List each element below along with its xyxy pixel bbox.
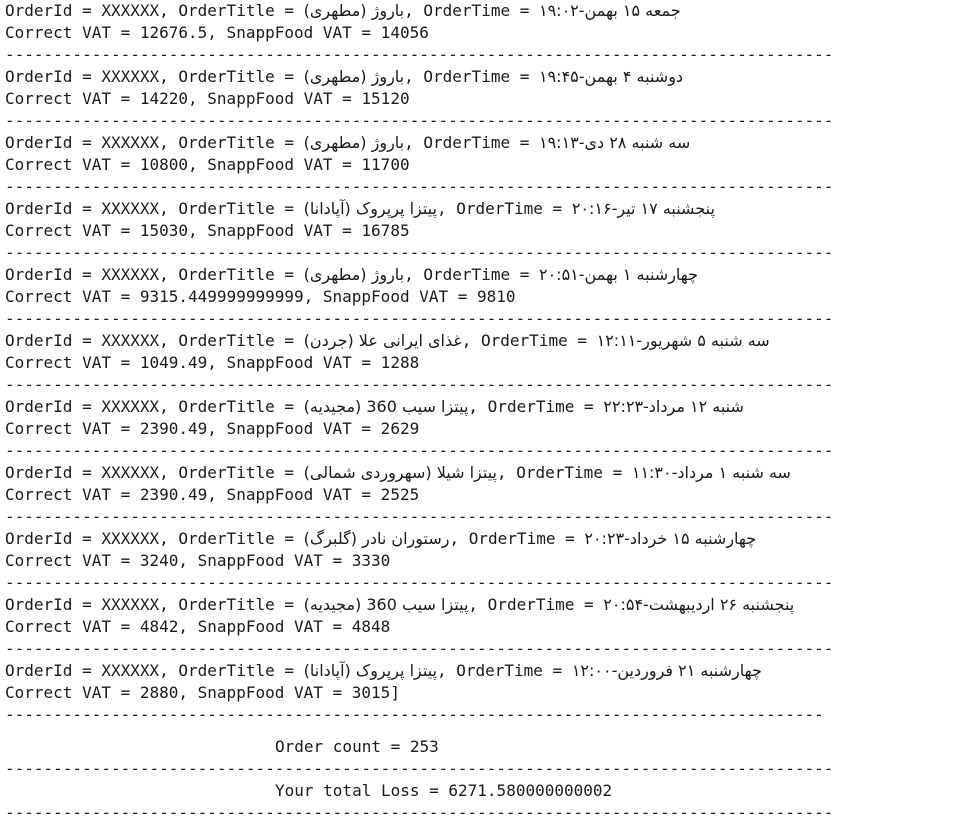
order-time: جمعه ۱۵ بهمن-۱۹:۰۲ [538,1,681,20]
separator-line: ----------------------------------------… [5,45,834,64]
order-title: پیتزا شیلا (سهروردی شمالی) [303,463,497,482]
vat-line: Correct VAT = 10800, SnappFood VAT = 117… [5,155,410,174]
order-entry: OrderId = XXXXXX, OrderTitle = باروژ (مط… [5,0,950,64]
order-entry: OrderId = XXXXXX, OrderTitle = غذای ایرا… [5,319,950,394]
order-title: باروژ (مطهری) [303,67,405,86]
order-time: سه شنبه ۱ مرداد-۱۱:۳۰ [631,463,791,482]
vat-line: Correct VAT = 9315.449999999999, SnappFo… [5,287,516,306]
vat-line: Correct VAT = 2390.49, SnappFood VAT = 2… [5,419,420,438]
order-time-label: , OrderTime = [404,133,539,152]
order-header-line: OrderId = XXXXXX, OrderTitle = پیتزا سیب… [5,594,794,616]
order-entry: OrderId = XXXXXX, OrderTitle = باروژ (مط… [5,121,950,196]
order-time-label: , OrderTime = [496,463,632,482]
order-entry: OrderId = XXXXXX, OrderTitle = باروژ (مط… [5,253,950,328]
separator-line: ----------------------------------------… [5,759,834,778]
order-label: OrderId = XXXXXX, OrderTitle = [5,199,304,218]
total-loss: Your total Loss = 6271.580000000002 [275,781,613,800]
order-label: OrderId = XXXXXX, OrderTitle = [5,331,304,350]
order-time-label: , OrderTime = [404,265,539,284]
order-label: OrderId = XXXXXX, OrderTitle = [5,133,304,152]
order-time-label: , OrderTime = [461,331,597,350]
order-header-line: OrderId = XXXXXX, OrderTitle = پیتزا پرپ… [5,198,715,220]
vat-line: Correct VAT = 12676.5, SnappFood VAT = 1… [5,23,429,42]
order-label: OrderId = XXXXXX, OrderTitle = [5,265,304,284]
order-count: Order count = 253 [275,737,439,756]
order-entry: OrderId = XXXXXX, OrderTitle = رستوران ن… [5,517,950,592]
separator-line: ----------------------------------------… [5,111,834,130]
order-time-label: , OrderTime = [436,661,572,680]
order-entry: OrderId = XXXXXX, OrderTitle = پیتزا سیب… [5,583,950,658]
order-header-line: OrderId = XXXXXX, OrderTitle = غذای ایرا… [5,330,770,352]
order-header-line: OrderId = XXXXXX, OrderTitle = پیتزا شیل… [5,462,791,484]
vat-line: Correct VAT = 15030, SnappFood VAT = 167… [5,221,410,240]
order-title: باروژ (مطهری) [303,133,405,152]
order-header-line: OrderId = XXXXXX, OrderTitle = باروژ (مط… [5,0,681,22]
order-header-line: OrderId = XXXXXX, OrderTitle = باروژ (مط… [5,264,698,286]
order-time-label: , OrderTime = [404,67,539,86]
order-time-label: , OrderTime = [404,1,539,20]
vat-line: Correct VAT = 2880, SnappFood VAT = 3015… [5,683,400,702]
order-time: سه شنبه ۲۸ دی-۱۹:۱۳ [538,133,691,152]
separator-line: ----------------------------------------… [5,177,834,196]
order-title: باروژ (مطهری) [303,265,405,284]
order-label: OrderId = XXXXXX, OrderTitle = [5,1,304,20]
order-title: پیتزا سیب 360 (مجیدیه) [303,595,469,614]
separator-line: ----------------------------------------… [5,441,834,460]
order-header-line: OrderId = XXXXXX, OrderTitle = باروژ (مط… [5,66,683,88]
order-title: پیتزا پرپروک (آپادانا) [303,199,437,218]
order-time: چهارشنبه ۱۵ خرداد-۲۰:۲۳ [584,529,757,548]
order-time: چهارشنبه ۱ بهمن-۲۰:۵۱ [538,265,699,284]
order-title: غذای ایرانی علا (جردن) [303,331,462,350]
vat-line: Correct VAT = 3240, SnappFood VAT = 3330 [5,551,391,570]
separator-line: ----------------------------------------… [5,705,824,724]
order-title: باروژ (مطهری) [303,1,405,20]
order-label: OrderId = XXXXXX, OrderTitle = [5,529,304,548]
order-entry: OrderId = XXXXXX, OrderTitle = پیتزا شیل… [5,451,950,526]
order-entry: OrderId = XXXXXX, OrderTitle = پیتزا پرپ… [5,649,950,724]
separator-line: ----------------------------------------… [5,243,834,262]
separator-line: ----------------------------------------… [5,309,834,328]
order-time: پنجشنبه ۱۷ تیر-۲۰:۱۶ [571,199,715,218]
order-title: پیتزا پرپروک (آپادانا) [303,661,437,680]
order-header-line: OrderId = XXXXXX, OrderTitle = باروژ (مط… [5,132,690,154]
separator-line: ----------------------------------------… [5,375,834,394]
vat-line: Correct VAT = 14220, SnappFood VAT = 151… [5,89,410,108]
order-time-label: , OrderTime = [468,397,604,416]
order-time-label: , OrderTime = [449,529,585,548]
order-entry: OrderId = XXXXXX, OrderTitle = پیتزا سیب… [5,385,950,460]
order-label: OrderId = XXXXXX, OrderTitle = [5,397,304,416]
order-time: شنبه ۱۲ مرداد-۲۲:۲۳ [603,397,744,416]
order-header-line: OrderId = XXXXXX, OrderTitle = پیتزا پرپ… [5,660,762,682]
order-title: پیتزا سیب 360 (مجیدیه) [303,397,469,416]
separator-line: ----------------------------------------… [5,507,834,526]
order-time: دوشنبه ۴ بهمن-۱۹:۴۵ [538,67,684,86]
order-time: سه شنبه ۵ شهریور-۱۲:۱۱ [596,331,770,350]
order-time-label: , OrderTime = [436,199,572,218]
order-header-line: OrderId = XXXXXX, OrderTitle = رستوران ن… [5,528,756,550]
separator-line: ----------------------------------------… [5,639,834,658]
separator-line: ----------------------------------------… [5,573,834,592]
order-entry: OrderId = XXXXXX, OrderTitle = باروژ (مط… [5,55,950,130]
separator-line: ----------------------------------------… [5,803,834,822]
order-time: چهارشنبه ۲۱ فروردین-۱۲:۰۰ [571,661,762,680]
order-label: OrderId = XXXXXX, OrderTitle = [5,661,304,680]
order-label: OrderId = XXXXXX, OrderTitle = [5,463,304,482]
order-time: پنجشنبه ۲۶ اردیبهشت-۲۰:۵۴ [603,595,795,614]
order-header-line: OrderId = XXXXXX, OrderTitle = پیتزا سیب… [5,396,744,418]
order-title: رستوران نادر (گلبرگ) [303,529,450,548]
vat-line: Correct VAT = 1049.49, SnappFood VAT = 1… [5,353,420,372]
vat-line: Correct VAT = 2390.49, SnappFood VAT = 2… [5,485,420,504]
order-label: OrderId = XXXXXX, OrderTitle = [5,67,304,86]
order-time-label: , OrderTime = [468,595,604,614]
order-entry: OrderId = XXXXXX, OrderTitle = پیتزا پرپ… [5,187,950,262]
order-label: OrderId = XXXXXX, OrderTitle = [5,595,304,614]
vat-line: Correct VAT = 4842, SnappFood VAT = 4848 [5,617,391,636]
